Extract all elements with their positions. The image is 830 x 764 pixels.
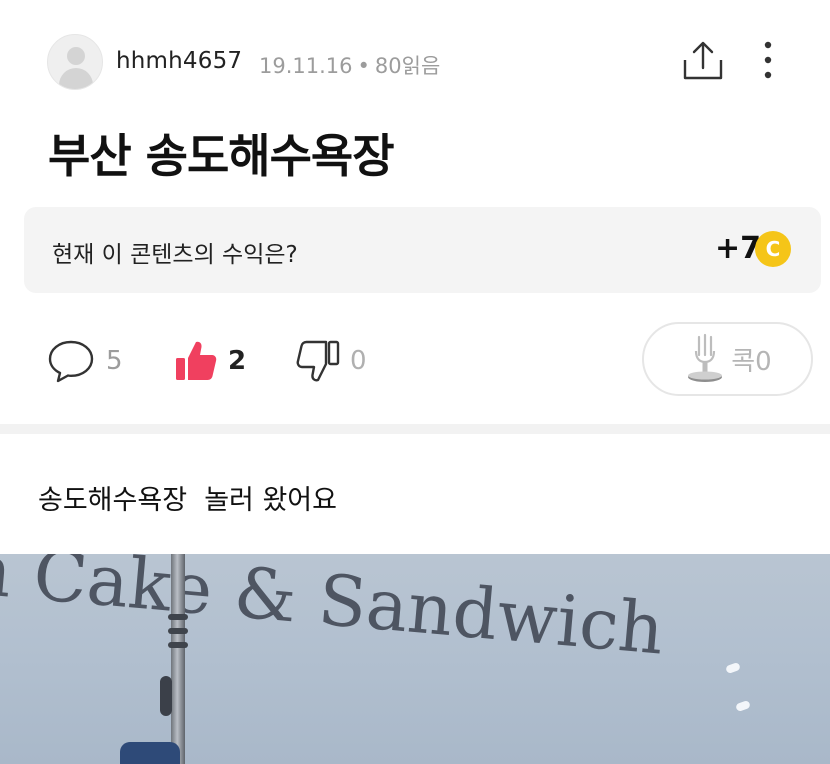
post-date: 19.11.16 xyxy=(259,54,353,78)
comment-icon xyxy=(48,340,94,383)
post-photo: in Cake & Sandwich xyxy=(0,554,830,764)
revenue-banner[interactable]: 현재 이 콘텐츠의 수익은? +7 C xyxy=(24,207,821,293)
photo-pole-base xyxy=(120,742,180,764)
dislike-count: 0 xyxy=(350,346,367,376)
photo-paint-chip xyxy=(725,661,741,675)
coin-icon: C xyxy=(755,231,791,267)
thumbs-down-icon xyxy=(296,340,340,382)
share-button[interactable] xyxy=(680,38,726,84)
like-button[interactable]: 2 xyxy=(174,336,246,386)
kok-button[interactable]: 콕0 xyxy=(642,322,813,396)
like-count: 2 xyxy=(228,346,247,376)
page-title: 부산 송도해수욕장 xyxy=(48,129,395,183)
view-count: 80읽음 xyxy=(374,54,441,78)
photo-pole-box xyxy=(160,676,172,716)
photo-street-pole xyxy=(171,554,185,764)
revenue-label: 현재 이 콘텐츠의 수익은? xyxy=(52,242,298,268)
photo-paint-chip xyxy=(735,699,751,713)
comment-count: 5 xyxy=(106,346,123,376)
thumbs-up-icon xyxy=(176,341,217,380)
photo-pole-bolt xyxy=(168,642,188,648)
dislike-button[interactable]: 0 xyxy=(296,336,367,386)
post-meta: 19.11.16 • 80읽음 xyxy=(259,50,440,80)
share-icon xyxy=(683,41,723,80)
post-header: hhmh4657 19.11.16 • 80읽음 xyxy=(0,0,830,110)
avatar[interactable] xyxy=(47,34,103,90)
more-vertical-icon xyxy=(764,41,772,79)
avatar-body xyxy=(59,68,93,89)
author-username[interactable]: hhmh4657 xyxy=(116,48,242,74)
post-body: 송도해수욕장 놀러 왔어요 xyxy=(38,485,337,516)
more-options-button[interactable] xyxy=(750,38,786,84)
meta-separator: • xyxy=(357,54,370,78)
kok-label: 콕0 xyxy=(731,346,772,377)
photo-pole-bolt xyxy=(168,628,188,634)
comment-button[interactable]: 5 xyxy=(46,336,123,386)
section-divider xyxy=(0,424,830,434)
avatar-head xyxy=(67,47,85,65)
photo-pole-bolt xyxy=(168,614,188,620)
fork-icon xyxy=(688,333,723,382)
photo-sign-text: in Cake & Sandwich xyxy=(0,554,668,671)
